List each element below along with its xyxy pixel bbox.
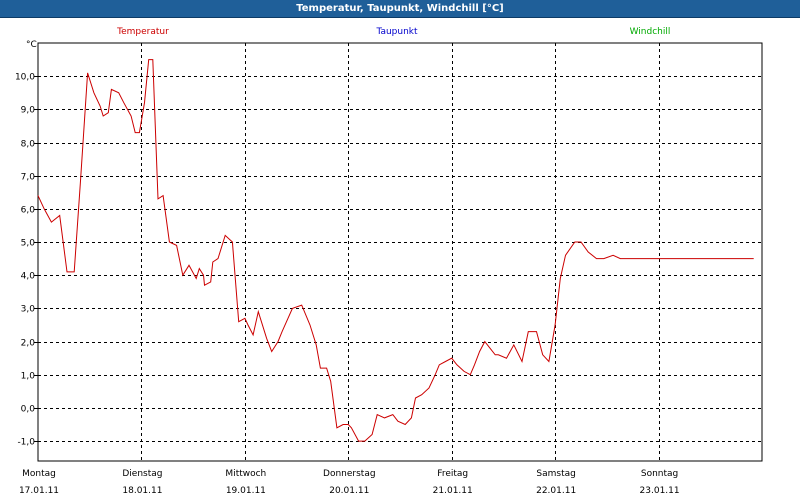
legend-taupunkt: Taupunkt (375, 27, 418, 37)
x-tick-day-label: Mittwoch (225, 469, 266, 479)
x-tick-date-label: 21.01.11 (433, 486, 473, 496)
x-tick-date-label: 18.01.11 (122, 486, 162, 496)
x-tick-day-label: Dienstag (122, 469, 162, 479)
y-tick-label: 7,0 (21, 173, 36, 183)
chart-area: 10,0 9,0 8,0 7,0 6,0 5,0 4,0 3,0 2,0 1,0 0,0 -1,0 M… (15, 27, 763, 496)
x-tick-date-label: 20.01.11 (329, 486, 369, 496)
x-tick-date-label: 19.01.11 (226, 486, 266, 496)
y-tick-label: 2,0 (21, 339, 36, 349)
y-axis-unit: °C (26, 40, 37, 50)
y-tick-label: 3,0 (21, 305, 36, 315)
x-tick-day-label: Sonntag (641, 469, 678, 479)
y-tick-label: 0,0 (21, 405, 36, 415)
y-tick-layer: 10,0 9,0 8,0 7,0 6,0 5,0 4,0 3,0 2,0 1,0 0,0 -1,0 (15, 73, 35, 448)
legend-temperatur: Temperatur (116, 27, 169, 37)
legend-windchill: Windchill (630, 27, 671, 37)
x-tick-date-label: 17.01.11 (19, 486, 59, 496)
x-tick-day-label: Samstag (536, 469, 575, 479)
x-tick-layer: Montag 17.01.11 Dienstag 18.01.11 Mittwoch 19… (19, 469, 680, 496)
x-tick-date-label: 23.01.11 (640, 486, 680, 496)
y-tick-label: 4,0 (21, 272, 36, 282)
y-tick-label: 5,0 (21, 239, 36, 249)
plot-frame (37, 42, 763, 462)
x-tick-date-label: 22.01.11 (536, 486, 576, 496)
y-tick-label: 10,0 (15, 73, 35, 83)
y-tick-label: 9,0 (21, 106, 36, 116)
y-tick-label: 1,0 (21, 372, 36, 382)
x-tick-day-label: Donnerstag (323, 469, 376, 479)
y-tick-label: -1,0 (17, 438, 35, 448)
x-tick-day-label: Freitag (437, 469, 468, 479)
x-tick-day-label: Montag (22, 469, 56, 479)
y-tick-label: 8,0 (21, 140, 36, 150)
y-tick-label: 6,0 (21, 206, 36, 216)
